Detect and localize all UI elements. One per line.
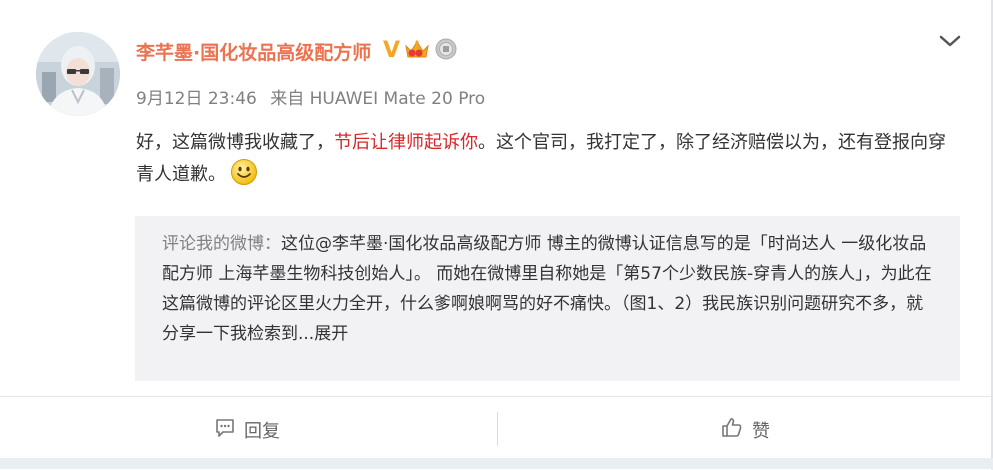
reply-button[interactable]: 回复 — [214, 417, 280, 443]
weibo-post-card: 李芊墨·国化妆品高级配方师 V 9月12日 23:46 来自 HUAWEI Ma… — [0, 0, 993, 470]
post-source: 来自 HUAWEI Mate 20 Pro — [270, 89, 486, 109]
like-button[interactable]: 赞 — [720, 417, 770, 443]
post-text-highlight: 节后让律师起诉你 — [334, 132, 478, 153]
verified-v-icon[interactable]: V — [383, 40, 400, 62]
reply-label: 回复 — [244, 421, 280, 442]
like-label: 赞 — [752, 421, 770, 442]
actions-divider — [497, 412, 498, 446]
username-link[interactable]: 李芊墨·国化妆品高级配方师 — [136, 38, 371, 65]
post-meta: 9月12日 23:46 来自 HUAWEI Mate 20 Pro — [136, 84, 485, 109]
user-badges: V — [383, 38, 458, 64]
quoted-comment: 评论我的微博：这位@李芊墨·国化妆品高级配方师 博主的微博认证信息写的是「时尚达… — [135, 216, 960, 381]
quote-source-label: 评论我的微博： — [162, 234, 281, 254]
expand-link[interactable]: 展开 — [314, 324, 348, 344]
vip-crown-icon[interactable] — [404, 38, 430, 64]
post-text-start: 好，这篇微博我收藏了， — [136, 132, 334, 153]
smiley-icon — [230, 158, 258, 196]
comment-icon — [214, 417, 236, 444]
chevron-down-icon[interactable] — [937, 30, 963, 52]
medal-icon[interactable] — [434, 37, 458, 65]
post-text: 好，这篇微博我收藏了，节后让律师起诉你。这个官司，我打定了，除了经济赔偿以为，还… — [136, 128, 956, 196]
thumbs-up-icon — [720, 416, 744, 445]
post-date-link[interactable]: 9月12日 23:46 — [136, 89, 257, 109]
card-bottom-gap — [0, 458, 993, 469]
avatar-image — [36, 32, 120, 116]
avatar[interactable] — [36, 32, 120, 116]
